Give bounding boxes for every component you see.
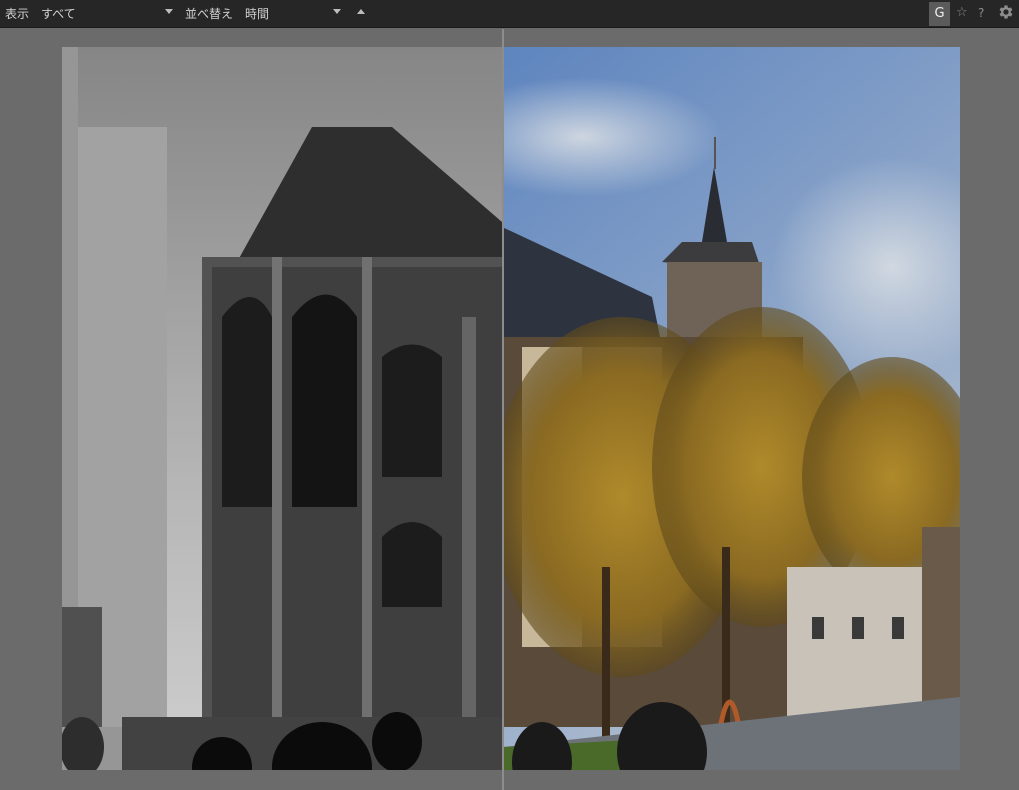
image-viewer [0, 29, 1019, 790]
top-toolbar: 表示 すべて 並べ替え 時間 G ☆ ? [0, 0, 1019, 28]
display-filter-dropdown-icon[interactable] [165, 9, 173, 14]
display-filter-select[interactable]: すべて [41, 6, 76, 22]
g-toggle-button[interactable]: G [929, 2, 950, 26]
sort-direction-icon[interactable] [357, 9, 365, 14]
original-image-half [62, 47, 503, 770]
sort-order-select[interactable]: 時間 [245, 6, 269, 22]
gear-icon[interactable] [997, 3, 1015, 27]
compare-split-handle[interactable] [502, 29, 504, 790]
star-icon[interactable]: ☆ [956, 4, 968, 22]
edited-image-half [503, 47, 960, 770]
sort-order-dropdown-icon[interactable] [333, 9, 341, 14]
compare-photo[interactable] [62, 47, 960, 770]
sort-label: 並べ替え [185, 7, 234, 21]
display-label: 表示 [5, 7, 30, 21]
help-icon[interactable]: ? [978, 4, 984, 22]
